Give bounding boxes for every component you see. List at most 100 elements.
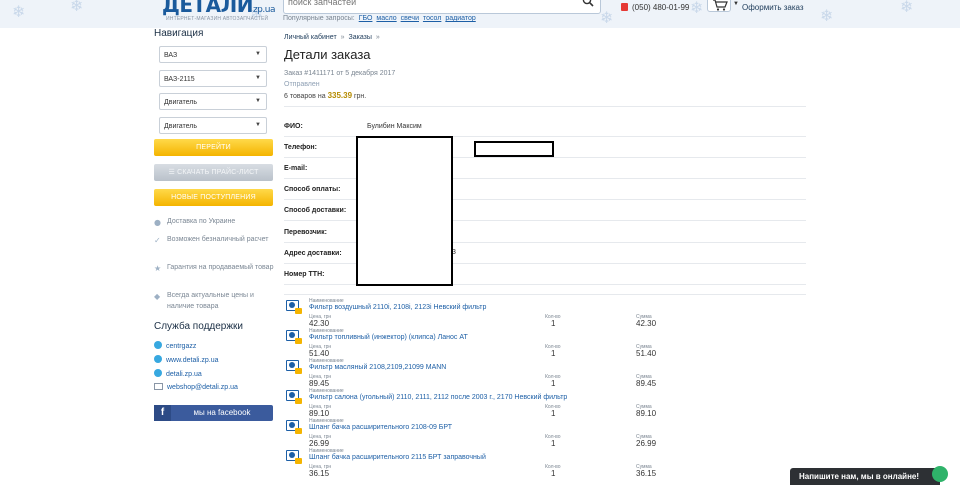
support-skype-link[interactable]: detali.zp.ua bbox=[154, 369, 202, 378]
part-icon bbox=[286, 360, 302, 374]
chevron-down-icon: ▼ bbox=[255, 75, 261, 81]
select-value: Двигатель bbox=[164, 99, 198, 106]
item-sum: 89.10 bbox=[636, 409, 657, 418]
breadcrumb-cabinet[interactable]: Личный кабинет bbox=[284, 34, 337, 41]
cart-button[interactable] bbox=[707, 0, 731, 12]
model-select[interactable]: ВАЗ-2115 ▼ bbox=[159, 70, 267, 87]
feature-item: ★ Гарантия на продаваемый товар bbox=[154, 262, 274, 273]
item-sum: 89.45 bbox=[636, 379, 657, 388]
checkout-link[interactable]: Оформить заказ bbox=[742, 3, 804, 12]
make-select[interactable]: ВАЗ ▼ bbox=[159, 46, 267, 63]
order-item-row: Наименование Шланг бачка расширительного … bbox=[284, 418, 806, 448]
order-item-row: Наименование Фильтр топливный (инжектор) … bbox=[284, 328, 806, 358]
feature-item: ✓ Возможен безналичный расчет bbox=[154, 234, 274, 245]
breadcrumb-separator: » bbox=[375, 34, 380, 41]
chevron-down-icon: ▼ bbox=[255, 51, 261, 57]
user-icon: ● bbox=[154, 218, 161, 227]
chat-widget[interactable]: Напишите нам, мы в онлайне! bbox=[790, 468, 940, 485]
info-value: Булибин Максим bbox=[367, 123, 422, 130]
breadcrumb-orders[interactable]: Заказы bbox=[348, 34, 371, 41]
select-value: Двигатель bbox=[164, 123, 198, 130]
phone-icon bbox=[621, 3, 628, 11]
item-sum: 36.15 bbox=[636, 469, 657, 478]
info-label: Адрес доставки: bbox=[284, 250, 342, 257]
select-value: ВАЗ bbox=[164, 52, 178, 59]
redaction-box bbox=[356, 136, 453, 286]
search-box bbox=[283, 0, 601, 14]
subcategory-select[interactable]: Двигатель ▼ bbox=[159, 117, 267, 134]
redaction-box bbox=[474, 141, 554, 157]
item-qty: 1 bbox=[551, 409, 556, 418]
item-name-link[interactable]: Фильтр салона (угольный) 2110, 2111, 211… bbox=[309, 394, 567, 401]
select-value: ВАЗ-2115 bbox=[164, 76, 195, 83]
popular-query-link[interactable]: тосол bbox=[423, 15, 441, 22]
support-skype-link[interactable]: www.detali.zp.ua bbox=[154, 355, 219, 364]
support-skype-link[interactable]: centrgazz bbox=[154, 341, 196, 350]
part-icon bbox=[286, 450, 302, 464]
phone-number[interactable]: (050) 480-01-99 bbox=[621, 3, 689, 12]
list-icon: ☰ bbox=[168, 169, 178, 176]
divider bbox=[284, 106, 806, 107]
feature-text: Доставка по Украине bbox=[167, 218, 236, 225]
item-name-link[interactable]: Шланг бачка расширительного 2115 БРТ зап… bbox=[309, 454, 486, 461]
item-qty: 1 bbox=[551, 379, 556, 388]
part-icon bbox=[286, 300, 302, 314]
support-email-link[interactable]: webshop@detali.zp.ua bbox=[154, 383, 238, 391]
total-prefix: 6 товаров на bbox=[284, 93, 326, 100]
total-currency: грн. bbox=[353, 93, 367, 100]
download-price-button[interactable]: ☰ СКАЧАТЬ ПРАЙС-ЛИСТ bbox=[154, 164, 273, 181]
facebook-button[interactable]: f мы на facebook bbox=[154, 405, 273, 421]
feature-text: Возможен безналичный расчет bbox=[167, 236, 269, 243]
facebook-label: мы на facebook bbox=[193, 408, 251, 417]
page-title: Детали заказа bbox=[284, 47, 371, 62]
item-qty: 1 bbox=[551, 319, 556, 328]
total-value: 335.39 bbox=[327, 91, 353, 100]
download-price-label: СКАЧАТЬ ПРАЙС-ЛИСТ bbox=[177, 169, 259, 176]
category-select[interactable]: Двигатель ▼ bbox=[159, 93, 267, 110]
logo-domain: zp.ua bbox=[252, 5, 276, 15]
order-meta: Заказ #1411171 от 5 декабря 2017 bbox=[284, 70, 396, 77]
item-name-link[interactable]: Фильтр масляный 2108,2109,21099 MANN bbox=[309, 364, 446, 371]
item-price: 89.10 bbox=[309, 409, 330, 418]
popular-queries: Популярные запросы: ГБО масло свечи тосо… bbox=[283, 15, 476, 22]
skype-icon bbox=[154, 341, 162, 349]
snowflake-icon: ❄ bbox=[690, 0, 704, 17]
chevron-down-icon[interactable]: ▼ bbox=[733, 1, 739, 7]
item-price: 26.99 bbox=[309, 439, 330, 448]
item-name-link[interactable]: Фильтр воздушный 2110i, 2108i, 2123i Нев… bbox=[309, 304, 486, 311]
item-sum: 51.40 bbox=[636, 349, 657, 358]
facebook-icon: f bbox=[154, 405, 171, 421]
site-header: ❄ ❄ ❄ ❄ ❄ ❄ ❄ ДЕТАЛИzp.ua интернет-магаз… bbox=[0, 0, 960, 28]
popular-query-link[interactable]: свечи bbox=[401, 15, 419, 22]
popular-label: Популярные запросы: bbox=[283, 15, 355, 22]
popular-query-link[interactable]: ГБО bbox=[359, 15, 373, 22]
snowflake-icon: ❄ bbox=[600, 8, 614, 27]
popular-query-link[interactable]: масло bbox=[376, 15, 396, 22]
chat-status-icon[interactable] bbox=[932, 466, 948, 482]
item-name-link[interactable]: Шланг бачка расширительного 2108-09 БРТ bbox=[309, 424, 452, 431]
search-icon[interactable] bbox=[582, 0, 594, 7]
search-input[interactable] bbox=[288, 0, 568, 7]
item-qty: 1 bbox=[551, 349, 556, 358]
snowflake-icon: ❄ bbox=[12, 2, 26, 21]
divider bbox=[284, 294, 806, 295]
item-qty: 1 bbox=[551, 439, 556, 448]
site-logo[interactable]: ДЕТАЛИzp.ua bbox=[162, 0, 275, 17]
support-text: webshop@detali.zp.ua bbox=[167, 384, 238, 391]
info-label: ФИО: bbox=[284, 123, 303, 130]
star-icon: ★ bbox=[154, 264, 162, 273]
order-item-row: Наименование Фильтр масляный 2108,2109,21… bbox=[284, 358, 806, 388]
popular-query-link[interactable]: радиатор bbox=[445, 15, 475, 22]
item-price: 36.15 bbox=[309, 469, 330, 478]
go-button[interactable]: ПЕРЕЙТИ bbox=[154, 139, 273, 156]
feature-text: Всегда актуальные цены и наличие товара bbox=[167, 292, 254, 310]
envelope-icon bbox=[154, 383, 163, 390]
item-name-link[interactable]: Фильтр топливный (инжектор) (клипса) Лан… bbox=[309, 334, 468, 341]
order-item-row: Наименование Фильтр салона (угольный) 211… bbox=[284, 388, 806, 418]
support-text: www.detali.zp.ua bbox=[166, 357, 219, 364]
item-sum: 42.30 bbox=[636, 319, 657, 328]
order-total: 6 товаров на 335.39 грн. bbox=[284, 91, 366, 100]
new-arrivals-button[interactable]: НОВЫЕ ПОСТУПЛЕНИЯ bbox=[154, 189, 273, 206]
part-icon bbox=[286, 390, 302, 404]
order-item-row: Наименование Фильтр воздушный 2110i, 2108… bbox=[284, 298, 806, 328]
